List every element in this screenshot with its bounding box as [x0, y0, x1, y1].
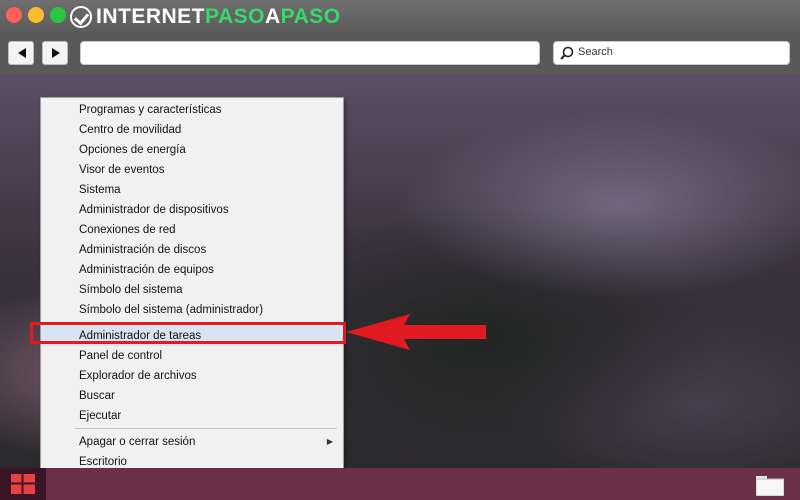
address-bar[interactable] — [80, 41, 540, 65]
menu-item-simbolo-sistema[interactable]: Símbolo del sistema — [41, 280, 343, 300]
menu-item-movilidad[interactable]: Centro de movilidad — [41, 120, 343, 140]
site-logo: INTERNETPASOAPASO — [70, 4, 341, 30]
minimize-window-button[interactable] — [28, 7, 44, 23]
search-placeholder: Search — [578, 46, 613, 58]
search-icon — [560, 46, 574, 60]
highlight-box — [30, 322, 346, 344]
forward-arrow-icon — [52, 48, 60, 58]
back-button[interactable] — [8, 41, 34, 65]
folder-icon[interactable] — [756, 474, 784, 496]
menu-item-apagar[interactable]: Apagar o cerrar sesión ▶ — [41, 432, 343, 452]
close-window-button[interactable] — [6, 7, 22, 23]
taskbar — [0, 468, 800, 500]
menu-item-energia[interactable]: Opciones de energía — [41, 140, 343, 160]
menu-item-visor-eventos[interactable]: Visor de eventos — [41, 160, 343, 180]
menu-item-explorador-archivos[interactable]: Explorador de archivos — [41, 366, 343, 386]
browser-toolbar: Search — [0, 34, 800, 74]
menu-separator — [75, 428, 337, 429]
search-input[interactable]: Search — [553, 41, 790, 65]
menu-item-buscar[interactable]: Buscar — [41, 386, 343, 406]
power-user-menu: Programas y características Centro de mo… — [40, 97, 344, 474]
menu-item-simbolo-sistema-admin[interactable]: Símbolo del sistema (administrador) — [41, 300, 343, 320]
menu-item-discos[interactable]: Administración de discos — [41, 240, 343, 260]
menu-item-ejecutar[interactable]: Ejecutar — [41, 406, 343, 426]
menu-item-sistema[interactable]: Sistema — [41, 180, 343, 200]
logo-text: INTERNETPASOAPASO — [96, 5, 341, 28]
submenu-chevron-icon: ▶ — [326, 437, 333, 446]
menu-item-panel-control[interactable]: Panel de control — [41, 346, 343, 366]
forward-button[interactable] — [42, 41, 68, 65]
menu-item-equipos[interactable]: Administración de equipos — [41, 260, 343, 280]
menu-item-programas[interactable]: Programas y características — [41, 100, 343, 120]
windows-logo-icon — [11, 474, 35, 494]
logo-check-icon — [70, 6, 92, 28]
annotation-arrow — [346, 314, 486, 350]
window-titlebar: INTERNETPASOAPASO — [0, 0, 800, 34]
back-arrow-icon — [18, 48, 26, 58]
menu-item-conexiones-red[interactable]: Conexiones de red — [41, 220, 343, 240]
menu-item-dispositivos[interactable]: Administrador de dispositivos — [41, 200, 343, 220]
maximize-window-button[interactable] — [50, 7, 66, 23]
start-button[interactable] — [0, 468, 46, 500]
menu-item-apagar-label: Apagar o cerrar sesión — [79, 436, 196, 448]
